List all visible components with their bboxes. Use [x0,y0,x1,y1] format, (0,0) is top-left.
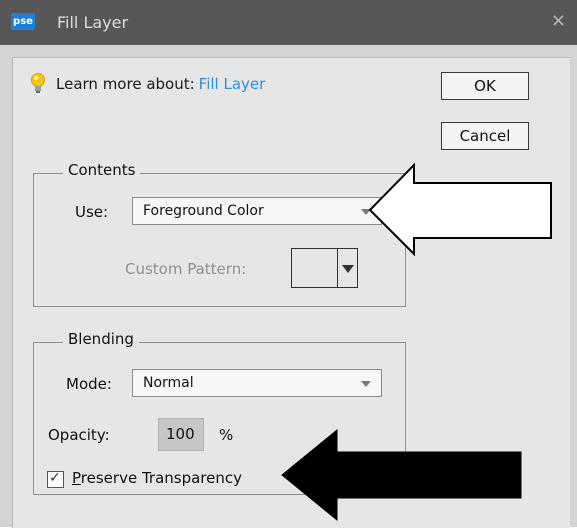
annotation-overlay [281,162,552,522]
black-arrow-icon [281,428,522,522]
white-arrow-icon [368,162,552,257]
